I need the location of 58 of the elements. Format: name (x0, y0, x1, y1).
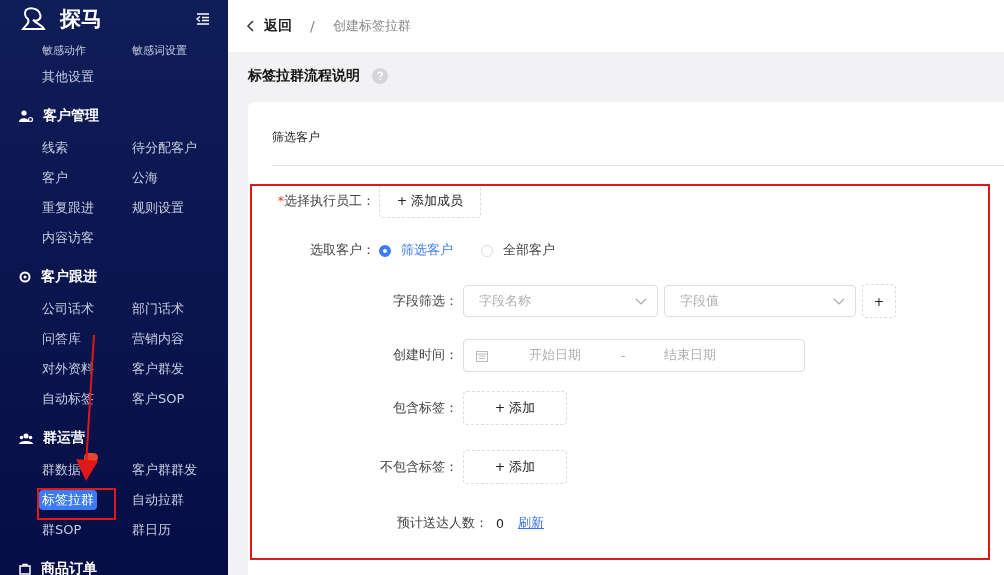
field-label: 选取客户： (309, 242, 375, 259)
menu-collapse-icon[interactable] (196, 13, 210, 25)
menu-item[interactable]: 客户群群发 (129, 460, 200, 480)
menu-item[interactable]: 敏感动作 (39, 44, 132, 58)
chevron-down-icon (635, 297, 647, 305)
field-label: 包含标签： (392, 399, 458, 417)
field-label: 创建时间： (392, 347, 458, 364)
required-mark: * (277, 192, 284, 208)
radio-option[interactable]: 全部客户 (481, 242, 555, 259)
back-link[interactable]: 返回 (246, 17, 292, 35)
calendar-icon (476, 349, 488, 362)
menu-item[interactable]: 客户SOP (129, 389, 188, 409)
menu-item[interactable]: 营销内容 (129, 329, 187, 349)
add-filter-button[interactable]: + (862, 284, 896, 318)
step-title: 筛选客户 (272, 129, 321, 146)
radio-option[interactable]: 筛选客户 (379, 242, 453, 259)
menu-section-title[interactable]: 群运营 (43, 429, 85, 447)
target-icon (19, 271, 31, 283)
group-icon (19, 432, 33, 444)
menu-item[interactable]: 线索 (39, 138, 71, 158)
breadcrumb-current: 创建标签拉群 (332, 17, 411, 35)
brand-name: 探马 (60, 6, 103, 33)
page-title: 标签拉群流程说明 (248, 67, 360, 85)
menu-item[interactable]: 公司话术 (39, 299, 97, 319)
menu-item[interactable]: 其他设置 (39, 67, 132, 87)
menu-item[interactable]: 群日历 (129, 520, 174, 540)
user-settings-icon (19, 110, 33, 122)
menu-item[interactable]: 内容访客 (39, 228, 97, 248)
menu-item[interactable]: 公海 (129, 168, 161, 188)
menu-item[interactable]: 重复跟进 (39, 198, 97, 218)
menu-item[interactable]: 群SOP (39, 520, 85, 540)
field-label: *选择执行员工： (276, 192, 375, 210)
breadcrumb-separator: / (310, 18, 315, 34)
menu-section-title[interactable]: 客户管理 (43, 107, 99, 125)
field-label: 字段筛选： (392, 292, 458, 310)
chevron-down-icon (833, 297, 845, 305)
bag-icon (19, 563, 31, 575)
chevron-left-icon (246, 20, 254, 32)
recipient-count: 0 (496, 516, 504, 531)
refresh-link[interactable]: 刷新 (517, 515, 544, 532)
radio-button[interactable] (379, 244, 391, 257)
field-label: 不包含标签： (379, 458, 458, 476)
menu-section-title[interactable]: 客户跟进 (41, 268, 97, 286)
menu-item[interactable]: 标签拉群 (39, 490, 97, 510)
menu-item[interactable]: 问答库 (39, 329, 84, 349)
add-tag-button[interactable]: + 添加 (463, 391, 567, 425)
menu-item[interactable]: 敏感词设置 (129, 44, 222, 58)
menu-item[interactable]: 群数据 (39, 460, 84, 480)
menu-item[interactable]: 待分配客户 (129, 138, 200, 158)
menu-item[interactable]: 规则设置 (129, 198, 187, 218)
menu-item[interactable]: 部门话术 (129, 299, 187, 319)
menu-item[interactable]: 自动拉群 (129, 490, 187, 510)
menu-section-title[interactable]: 商品订单 (41, 560, 97, 575)
add-member-button[interactable]: + 添加成员 (379, 184, 481, 218)
menu-item[interactable]: 客户 (39, 168, 71, 188)
add-tag-button[interactable]: + 添加 (463, 450, 567, 484)
menu-item[interactable]: 客户群发 (129, 359, 187, 379)
field-label: 预计送达人数： (396, 515, 488, 532)
